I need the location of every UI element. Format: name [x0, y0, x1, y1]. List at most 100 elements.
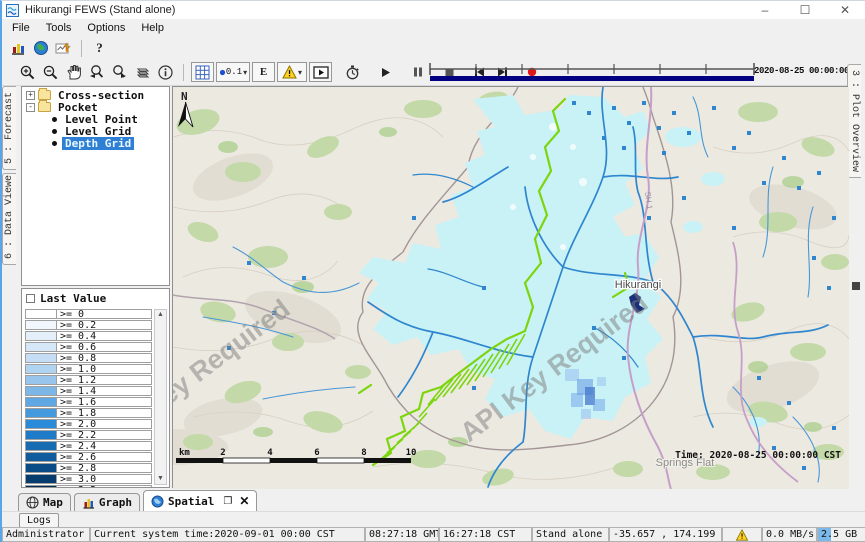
scroll-down-icon[interactable]: ▼: [157, 474, 164, 484]
legend-row[interactable]: >= 2.6: [25, 452, 152, 462]
tab-graph-label: Graph: [99, 496, 132, 509]
timeseries-dialog-icon[interactable]: [52, 38, 75, 58]
splitter-handle[interactable]: [852, 282, 860, 290]
tree-item[interactable]: Depth Grid: [22, 137, 169, 149]
legend-row[interactable]: >= 3.2: [25, 485, 152, 487]
toolbar-separator: [81, 40, 82, 57]
legend-label: >= 0.4: [57, 331, 152, 341]
legend-label: >= 2.6: [57, 452, 152, 462]
legend-label: >= 3.2: [57, 485, 152, 487]
legend-row[interactable]: >= 1.2: [25, 375, 152, 385]
tab-plot-overview[interactable]: 3 : Plot Overview: [847, 64, 861, 178]
legend-row[interactable]: >= 0.6: [25, 342, 152, 352]
warning-icon: [282, 65, 297, 79]
legend-label: >= 1.6: [57, 397, 152, 407]
status-memory: 2.5 GB: [817, 527, 865, 542]
legend-row[interactable]: >= 1.4: [25, 386, 152, 396]
zoom-previous-icon[interactable]: [85, 62, 108, 82]
database-icon[interactable]: [6, 38, 29, 58]
dot-icon: [219, 69, 226, 76]
status-bar: Administrator Current system time:2020-0…: [2, 527, 865, 542]
status-gmt-time: 08:27:18 GMT: [365, 527, 439, 542]
minimize-button[interactable]: –: [745, 1, 785, 19]
tab-graph[interactable]: Graph: [74, 493, 140, 511]
logs-button[interactable]: Logs: [19, 513, 59, 528]
warning-icon: [735, 529, 749, 541]
warning-dropdown[interactable]: ▾: [277, 62, 307, 82]
tab-spatial[interactable]: Spatial ❐ ✕: [143, 490, 257, 511]
help-icon[interactable]: ?: [88, 38, 111, 58]
restore-panel-icon[interactable]: ❐: [223, 496, 232, 507]
legend-row[interactable]: >= 2.4: [25, 441, 152, 451]
legend-scrollbar[interactable]: ▲ ▼: [154, 309, 167, 485]
tree-item[interactable]: -Pocket: [22, 101, 169, 113]
legend-swatch: [25, 485, 57, 487]
legend-swatch: [25, 364, 57, 374]
last-value-checkbox[interactable]: [26, 294, 35, 303]
play-window-icon[interactable]: [309, 62, 332, 82]
menu-help[interactable]: Help: [133, 21, 172, 35]
globe-icon[interactable]: [29, 38, 52, 58]
memory-label: 2.5 GB: [821, 529, 857, 540]
legend-swatch: [25, 408, 57, 418]
tree-item[interactable]: Level Point: [22, 113, 169, 125]
status-user: Administrator: [2, 527, 90, 542]
zoom-next-icon[interactable]: [108, 62, 131, 82]
folder-icon: [38, 90, 51, 100]
svg-text:km: km: [179, 448, 190, 458]
legend-row[interactable]: >= 0: [25, 309, 152, 319]
menu-options[interactable]: Options: [79, 21, 133, 35]
info-icon[interactable]: [154, 62, 177, 82]
tree-item[interactable]: Level Grid: [22, 125, 169, 137]
legend-row[interactable]: >= 0.8: [25, 353, 152, 363]
legend-label: >= 0.2: [57, 320, 152, 330]
scroll-up-icon[interactable]: ▲: [157, 310, 164, 320]
collapse-icon[interactable]: -: [26, 103, 35, 112]
wireframe-globe-icon: [26, 496, 39, 509]
tree-item-label[interactable]: Depth Grid: [62, 137, 134, 150]
status-warning[interactable]: [722, 527, 762, 542]
svg-text:8: 8: [361, 448, 366, 458]
tab-map[interactable]: Map: [18, 493, 71, 511]
timeline-range-bar[interactable]: [430, 76, 754, 81]
legend-table: >= 0>= 0.2>= 0.4>= 0.6>= 0.8>= 1.0>= 1.2…: [25, 309, 152, 487]
legend-row[interactable]: >= 3.0: [25, 474, 152, 484]
blue-globe-icon: [151, 495, 164, 508]
legend-row[interactable]: >= 2.8: [25, 463, 152, 473]
maximize-button[interactable]: ☐: [785, 1, 825, 19]
close-panel-icon[interactable]: ✕: [239, 494, 249, 508]
close-button[interactable]: ✕: [825, 1, 865, 19]
play-icon[interactable]: [374, 62, 397, 82]
map-canvas[interactable]: API Key Required API Key Required Hikura…: [172, 86, 848, 488]
legend-swatch: [25, 419, 57, 429]
menu-tools[interactable]: Tools: [38, 21, 80, 35]
legend-row[interactable]: >= 0.4: [25, 331, 152, 341]
interval-dropdown[interactable]: 0.1 ▾: [216, 62, 250, 82]
legend-row[interactable]: >= 2.0: [25, 419, 152, 429]
zoom-out-icon[interactable]: [39, 62, 62, 82]
legend-row[interactable]: >= 1.6: [25, 397, 152, 407]
svg-text:10: 10: [406, 448, 417, 458]
tab-forecast[interactable]: 5 : Forecast: [2, 86, 16, 170]
animation-clock-icon[interactable]: [341, 62, 364, 82]
legend-row[interactable]: >= 1.8: [25, 408, 152, 418]
svg-text:2: 2: [220, 448, 225, 458]
legend-row[interactable]: >= 0.2: [25, 320, 152, 330]
expand-icon[interactable]: +: [26, 91, 35, 100]
pan-hand-icon[interactable]: [62, 62, 85, 82]
grid-icon[interactable]: [191, 62, 214, 82]
menu-file[interactable]: File: [4, 21, 38, 35]
logs-row: Logs: [2, 511, 865, 528]
timeline-slider[interactable]: [427, 61, 757, 84]
pause-icon[interactable]: [406, 62, 429, 82]
layers-icon[interactable]: [131, 62, 154, 82]
legend-row[interactable]: >= 1.0: [25, 364, 152, 374]
legend-swatch: [25, 474, 57, 484]
tab-data-viewer[interactable]: 6 : Data Viewer: [2, 173, 16, 265]
zoom-in-icon[interactable]: [16, 62, 39, 82]
chevron-down-icon: ▾: [243, 68, 247, 77]
labels-button[interactable]: E: [252, 62, 275, 82]
legend-swatch: [25, 430, 57, 440]
legend-row[interactable]: >= 2.2: [25, 430, 152, 440]
layer-tree: +Cross-section-PocketLevel PointLevel Gr…: [21, 86, 170, 286]
